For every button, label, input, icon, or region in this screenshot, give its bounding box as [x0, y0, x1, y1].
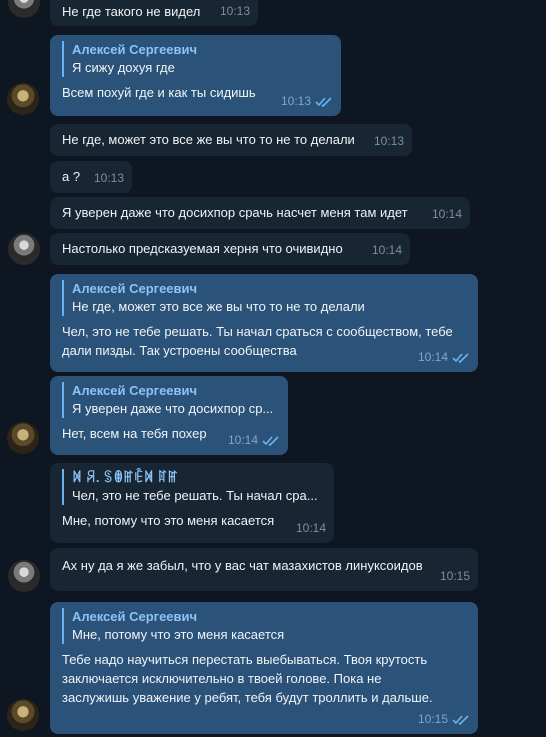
reply-quote[interactable]: Алексей Сергеевич Не где, может это все … [62, 280, 468, 316]
reply-text: Я уверен даже что досихпор ср... [72, 401, 274, 416]
message-text: Тебе надо научиться перестать выебыватьс… [62, 652, 433, 705]
reply-author: Алексей Сергеевич [72, 281, 198, 296]
message-time: 10:13 [373, 134, 404, 148]
reply-author: Алексей Сергеевич [72, 383, 198, 398]
message-text: Настолько предсказуемая херня что очивид… [62, 241, 343, 256]
incoming-message[interactable]: Я уверен даже что досихпор срачь насчет … [50, 197, 470, 229]
contact-avatar[interactable] [8, 233, 40, 265]
reply-text: Чел, это не тебе решать. Ты начал сра... [72, 488, 318, 503]
message-time: 10:14 [418, 348, 470, 367]
incoming-message[interactable]: ꁒ ꋪ. ꌗꂦꂵꍟꁒ ꍏꂵ Чел, это не тебе решать. Т… [50, 463, 334, 543]
reply-author: ꁒ ꋪ. ꌗꂦꂵꍟꁒ ꍏꂵ [72, 470, 178, 485]
double-check-icon [315, 96, 332, 107]
message-time: 10:15 [418, 710, 470, 729]
user-avatar[interactable] [7, 699, 39, 731]
message-time: 10:15 [439, 569, 470, 583]
message-time: 10:13 [219, 4, 250, 18]
incoming-message[interactable]: Настолько предсказуемая херня что очивид… [50, 233, 410, 265]
incoming-message[interactable]: Не где, может это все же вы что то не то… [50, 124, 412, 156]
contact-avatar[interactable] [8, 0, 40, 18]
reply-text: Не где, может это все же вы что то не то… [72, 299, 365, 314]
reply-quote[interactable]: Алексей Сергеевич Я сижу дохуя где [62, 41, 331, 77]
outgoing-message[interactable]: Алексей Сергеевич Я сижу дохуя где Всем … [50, 35, 341, 116]
message-text: Не где, может это все же вы что то не то… [62, 132, 355, 147]
outgoing-message[interactable]: Алексей Сергеевич Я уверен даже что доси… [50, 376, 288, 455]
reply-text: Мне, потому что это меня касается [72, 627, 285, 642]
message-time: 10:14 [371, 243, 402, 257]
reply-author: Алексей Сергеевич [72, 42, 198, 57]
message-time: 10:14 [431, 207, 462, 221]
reply-author: Алексей Сергеевич [72, 609, 198, 624]
outgoing-message[interactable]: Алексей Сергеевич Мне, потому что это ме… [50, 602, 478, 734]
message-text: а ? [62, 169, 81, 184]
message-time: 10:14 [228, 431, 280, 450]
message-time: 10:14 [295, 521, 326, 535]
message-text: Не где такого не видел [62, 4, 201, 19]
chat-messages-area[interactable]: Не где такого не видел 10:13 Алексей Сер… [0, 0, 546, 737]
double-check-icon [452, 714, 469, 725]
incoming-message[interactable]: Ах ну да я же забыл, что у вас чат мазах… [50, 548, 478, 591]
outgoing-message[interactable]: Алексей Сергеевич Не где, может это все … [50, 274, 478, 372]
message-text: Ах ну да я же забыл, что у вас чат мазах… [62, 558, 423, 573]
message-text: Мне, потому что это меня касается [62, 513, 275, 528]
message-time: 10:13 [281, 92, 333, 111]
message-text: Я уверен даже что досихпор срачь насчет … [62, 205, 408, 220]
message-text: Чел, это не тебе решать. Ты начал сратьс… [62, 324, 453, 358]
message-time: 10:13 [93, 171, 124, 185]
incoming-message[interactable]: Не где такого не видел 10:13 [50, 0, 258, 26]
reply-quote[interactable]: Алексей Сергеевич Я уверен даже что доси… [62, 382, 278, 418]
reply-quote[interactable]: ꁒ ꋪ. ꌗꂦꂵꍟꁒ ꍏꂵ Чел, это не тебе решать. Т… [62, 469, 324, 505]
user-avatar[interactable] [7, 422, 39, 454]
reply-quote[interactable]: Алексей Сергеевич Мне, потому что это ме… [62, 608, 468, 644]
incoming-message[interactable]: а ? 10:13 [50, 161, 132, 193]
contact-avatar[interactable] [8, 560, 40, 592]
double-check-icon [452, 352, 469, 363]
double-check-icon [262, 435, 279, 446]
user-avatar[interactable] [7, 83, 39, 115]
reply-text: Я сижу дохуя где [72, 60, 175, 75]
